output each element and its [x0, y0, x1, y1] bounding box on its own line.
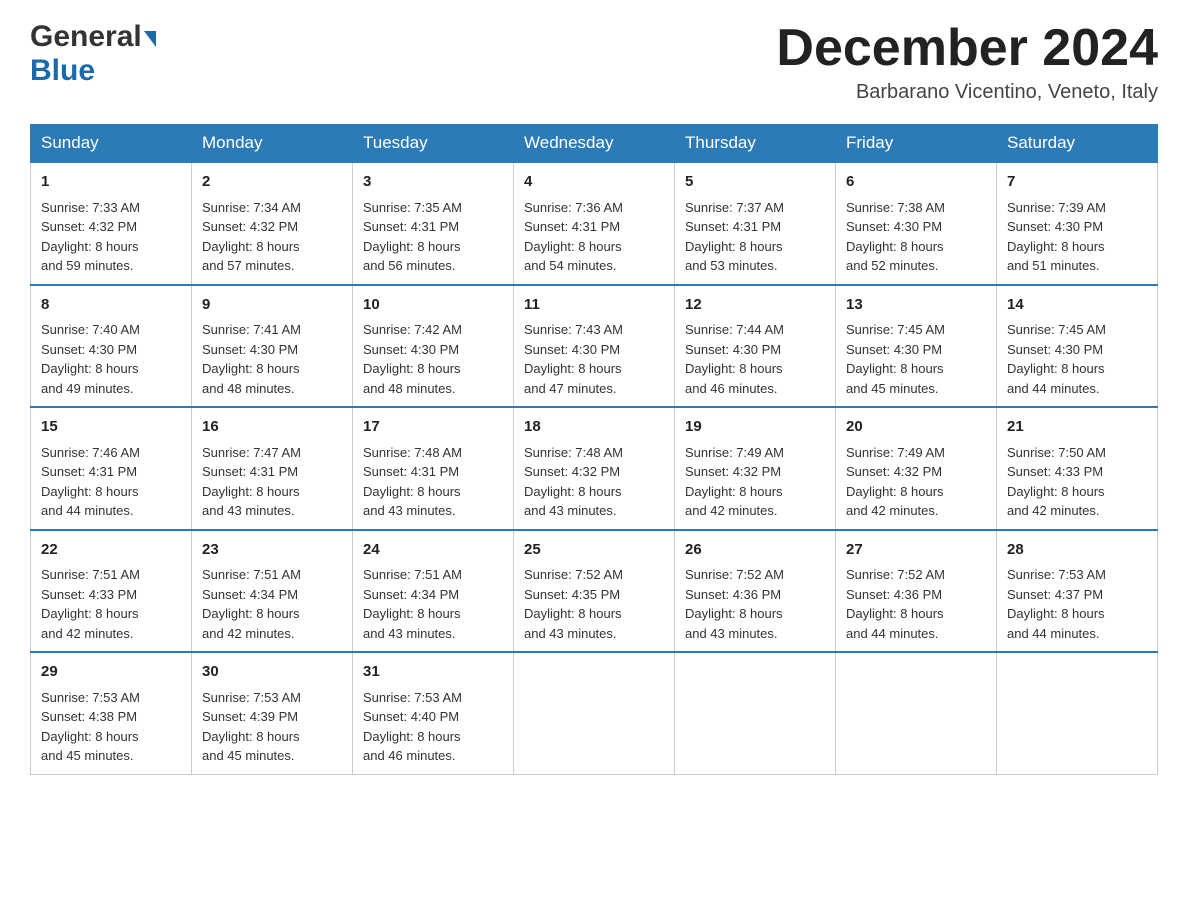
calendar-cell: 1Sunrise: 7:33 AMSunset: 4:32 PMDaylight…: [31, 162, 192, 285]
calendar-header-thursday: Thursday: [675, 125, 836, 163]
location-text: Barbarano Vicentino, Veneto, Italy: [776, 81, 1158, 104]
calendar-cell: 14Sunrise: 7:45 AMSunset: 4:30 PMDayligh…: [997, 285, 1158, 408]
page-header: General Blue December 2024 Barbarano Vic…: [30, 20, 1158, 104]
calendar-header-sunday: Sunday: [31, 125, 192, 163]
day-number: 24: [363, 539, 503, 562]
calendar-cell: 3Sunrise: 7:35 AMSunset: 4:31 PMDaylight…: [353, 162, 514, 285]
day-number: 18: [524, 416, 664, 439]
calendar-cell: 11Sunrise: 7:43 AMSunset: 4:30 PMDayligh…: [514, 285, 675, 408]
day-number: 14: [1007, 294, 1147, 317]
calendar-cell: 2Sunrise: 7:34 AMSunset: 4:32 PMDaylight…: [192, 162, 353, 285]
calendar-table: SundayMondayTuesdayWednesdayThursdayFrid…: [30, 124, 1158, 775]
day-number: 1: [41, 171, 181, 194]
day-number: 21: [1007, 416, 1147, 439]
calendar-header-row: SundayMondayTuesdayWednesdayThursdayFrid…: [31, 125, 1158, 163]
calendar-cell: 20Sunrise: 7:49 AMSunset: 4:32 PMDayligh…: [836, 407, 997, 530]
calendar-cell: [675, 652, 836, 774]
calendar-cell: [836, 652, 997, 774]
day-number: 22: [41, 539, 181, 562]
calendar-week-row: 22Sunrise: 7:51 AMSunset: 4:33 PMDayligh…: [31, 530, 1158, 653]
day-number: 10: [363, 294, 503, 317]
calendar-cell: 29Sunrise: 7:53 AMSunset: 4:38 PMDayligh…: [31, 652, 192, 774]
calendar-cell: 6Sunrise: 7:38 AMSunset: 4:30 PMDaylight…: [836, 162, 997, 285]
calendar-cell: 13Sunrise: 7:45 AMSunset: 4:30 PMDayligh…: [836, 285, 997, 408]
day-number: 26: [685, 539, 825, 562]
day-number: 6: [846, 171, 986, 194]
month-title: December 2024: [776, 20, 1158, 77]
calendar-cell: 24Sunrise: 7:51 AMSunset: 4:34 PMDayligh…: [353, 530, 514, 653]
day-number: 7: [1007, 171, 1147, 194]
day-number: 23: [202, 539, 342, 562]
day-number: 8: [41, 294, 181, 317]
day-number: 5: [685, 171, 825, 194]
calendar-cell: 18Sunrise: 7:48 AMSunset: 4:32 PMDayligh…: [514, 407, 675, 530]
calendar-header-saturday: Saturday: [997, 125, 1158, 163]
calendar-cell: 27Sunrise: 7:52 AMSunset: 4:36 PMDayligh…: [836, 530, 997, 653]
title-block: December 2024 Barbarano Vicentino, Venet…: [776, 20, 1158, 104]
calendar-cell: 4Sunrise: 7:36 AMSunset: 4:31 PMDaylight…: [514, 162, 675, 285]
day-number: 3: [363, 171, 503, 194]
calendar-cell: 15Sunrise: 7:46 AMSunset: 4:31 PMDayligh…: [31, 407, 192, 530]
calendar-cell: 12Sunrise: 7:44 AMSunset: 4:30 PMDayligh…: [675, 285, 836, 408]
calendar-header-tuesday: Tuesday: [353, 125, 514, 163]
day-number: 20: [846, 416, 986, 439]
calendar-cell: 17Sunrise: 7:48 AMSunset: 4:31 PMDayligh…: [353, 407, 514, 530]
calendar-cell: 30Sunrise: 7:53 AMSunset: 4:39 PMDayligh…: [192, 652, 353, 774]
day-number: 19: [685, 416, 825, 439]
day-number: 30: [202, 661, 342, 684]
calendar-cell: 9Sunrise: 7:41 AMSunset: 4:30 PMDaylight…: [192, 285, 353, 408]
day-number: 29: [41, 661, 181, 684]
calendar-cell: 8Sunrise: 7:40 AMSunset: 4:30 PMDaylight…: [31, 285, 192, 408]
calendar-header-friday: Friday: [836, 125, 997, 163]
day-number: 11: [524, 294, 664, 317]
calendar-week-row: 29Sunrise: 7:53 AMSunset: 4:38 PMDayligh…: [31, 652, 1158, 774]
calendar-cell: 19Sunrise: 7:49 AMSunset: 4:32 PMDayligh…: [675, 407, 836, 530]
calendar-cell: [514, 652, 675, 774]
calendar-header-monday: Monday: [192, 125, 353, 163]
calendar-cell: 22Sunrise: 7:51 AMSunset: 4:33 PMDayligh…: [31, 530, 192, 653]
day-number: 2: [202, 171, 342, 194]
day-number: 15: [41, 416, 181, 439]
calendar-cell: 26Sunrise: 7:52 AMSunset: 4:36 PMDayligh…: [675, 530, 836, 653]
day-number: 25: [524, 539, 664, 562]
day-number: 13: [846, 294, 986, 317]
calendar-cell: 10Sunrise: 7:42 AMSunset: 4:30 PMDayligh…: [353, 285, 514, 408]
calendar-cell: 7Sunrise: 7:39 AMSunset: 4:30 PMDaylight…: [997, 162, 1158, 285]
day-number: 31: [363, 661, 503, 684]
logo-general-text: General: [30, 20, 142, 54]
day-number: 27: [846, 539, 986, 562]
calendar-week-row: 1Sunrise: 7:33 AMSunset: 4:32 PMDaylight…: [31, 162, 1158, 285]
day-number: 4: [524, 171, 664, 194]
day-number: 17: [363, 416, 503, 439]
logo-arrow-icon: [144, 31, 156, 47]
calendar-cell: 16Sunrise: 7:47 AMSunset: 4:31 PMDayligh…: [192, 407, 353, 530]
day-number: 28: [1007, 539, 1147, 562]
calendar-header-wednesday: Wednesday: [514, 125, 675, 163]
calendar-cell: [997, 652, 1158, 774]
calendar-week-row: 8Sunrise: 7:40 AMSunset: 4:30 PMDaylight…: [31, 285, 1158, 408]
day-number: 16: [202, 416, 342, 439]
calendar-week-row: 15Sunrise: 7:46 AMSunset: 4:31 PMDayligh…: [31, 407, 1158, 530]
logo-blue-text: Blue: [30, 54, 95, 88]
day-number: 9: [202, 294, 342, 317]
logo: General Blue: [30, 20, 156, 88]
calendar-cell: 23Sunrise: 7:51 AMSunset: 4:34 PMDayligh…: [192, 530, 353, 653]
calendar-cell: 21Sunrise: 7:50 AMSunset: 4:33 PMDayligh…: [997, 407, 1158, 530]
calendar-cell: 28Sunrise: 7:53 AMSunset: 4:37 PMDayligh…: [997, 530, 1158, 653]
day-number: 12: [685, 294, 825, 317]
calendar-cell: 25Sunrise: 7:52 AMSunset: 4:35 PMDayligh…: [514, 530, 675, 653]
calendar-cell: 5Sunrise: 7:37 AMSunset: 4:31 PMDaylight…: [675, 162, 836, 285]
calendar-cell: 31Sunrise: 7:53 AMSunset: 4:40 PMDayligh…: [353, 652, 514, 774]
